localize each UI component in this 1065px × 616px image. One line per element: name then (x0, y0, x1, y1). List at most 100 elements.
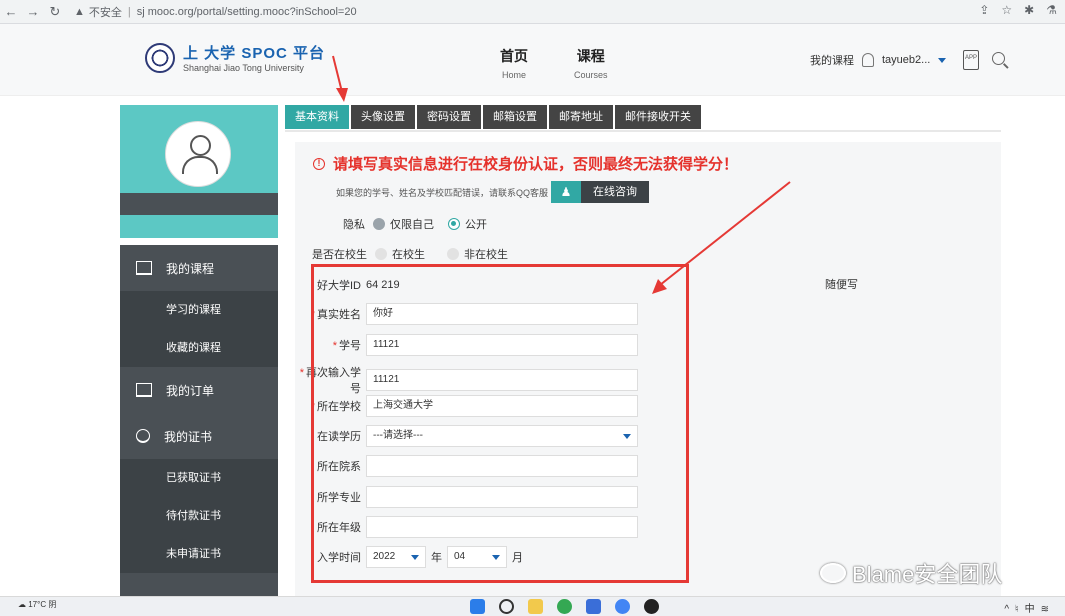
privacy-label: 隐私 (343, 219, 365, 231)
sidebar-item-favorite-courses[interactable]: 收藏的课程 (120, 329, 278, 367)
wifi-icon[interactable]: ≋ (1041, 604, 1055, 615)
profile-card (120, 105, 278, 238)
logo-title: 上 大学 SPOC 平台 (183, 45, 326, 62)
sidebar-group-label: 我的订单 (166, 383, 215, 398)
sidebar-group-label: 我的课程 (166, 261, 215, 276)
sidebar-group-my-courses[interactable]: 我的课程 (120, 245, 278, 291)
taskbar-apps (470, 599, 659, 614)
browser-right-icons: ⇪ ☆ ✱ ⚗ (979, 3, 1057, 17)
url-text: sj mooc.org/portal/setting.mooc?inSchool… (136, 5, 357, 18)
inschool-no-label: 非在校生 (464, 249, 508, 261)
mic-icon[interactable]: ♮ (1015, 604, 1025, 615)
browser-toolbar: ← → ↻ ▲ 不安全 | sj mooc.org/portal/setting… (0, 0, 1065, 24)
forward-icon[interactable]: → (22, 4, 44, 19)
weather-text: 阴 (48, 600, 57, 609)
watermark-text: Blame安全团队 (852, 562, 1003, 587)
weather-widget[interactable]: ☁ 17°C 阴 (18, 599, 56, 610)
user-icon (862, 53, 874, 67)
nav-courses-cn: 课程 (576, 48, 605, 64)
certificate-icon (136, 429, 150, 443)
logo-subtitle: Shanghai Jiao Tong University (183, 63, 304, 73)
online-consult-button[interactable]: ♟ 在线咨询 (551, 181, 649, 203)
qq-penguin-icon: ♟ (551, 181, 581, 203)
star-icon[interactable]: ☆ (1001, 3, 1012, 17)
privacy-row: 隐私 仅限自己 公开 (343, 216, 487, 232)
site-header: 上 大学 SPOC 平台 Shanghai Jiao Tong Universi… (0, 24, 1065, 96)
easel-icon (136, 383, 152, 397)
nav-home-cn: 首页 (500, 48, 528, 64)
qq-icon[interactable] (644, 599, 659, 614)
privacy-self-label: 仅限自己 (390, 219, 434, 231)
system-tray: ^♮中≋ (1004, 600, 1055, 615)
notice-text: 请填写真实信息进行在校身份认证，否则最终无法获得学分！ (333, 156, 739, 173)
share-icon[interactable]: ⇪ (979, 3, 989, 17)
reload-icon[interactable]: ↻ (44, 4, 66, 20)
inschool-yes-label: 在校生 (392, 249, 425, 261)
sidebar-item-learning-courses[interactable]: 学习的课程 (120, 291, 278, 329)
ime-indicator[interactable]: 中 (1025, 604, 1041, 615)
sidebar: 我的课程 学习的课程 收藏的课程 我的订单 我的证书 已获取证书 待付款证书 未… (120, 245, 278, 597)
chevron-down-icon[interactable] (938, 57, 947, 63)
nav-home-en: Home (501, 70, 526, 80)
settings-tabs: 基本资料 头像设置 密码设置 邮箱设置 邮寄地址 邮件接收开关 (285, 105, 701, 129)
profile-bar (120, 193, 278, 215)
app-download-icon[interactable]: APP (963, 50, 979, 70)
temperature: 17°C (28, 600, 47, 609)
online-consult-label: 在线咨询 (581, 181, 649, 203)
qq-hint: 如果您的学号、姓名及学校匹配错误，请联系QQ客服 (336, 188, 549, 198)
wechat-icon (820, 563, 846, 583)
address-divider: | (127, 5, 131, 18)
user-area: 我的课程 tayueb2... (810, 52, 947, 68)
annotation-free-text: 随便写 (825, 279, 858, 291)
search-icon[interactable] (499, 599, 514, 614)
easel-icon (136, 261, 152, 275)
tab-mailing-address[interactable]: 邮寄地址 (549, 105, 613, 129)
security-label: 不安全 (88, 6, 122, 19)
required-mark: * (299, 367, 304, 379)
browser-icon[interactable] (615, 599, 630, 614)
university-seal-icon (145, 42, 175, 73)
nav-courses-en: Courses (574, 70, 608, 80)
windows-start-icon[interactable] (470, 599, 485, 614)
tab-divider (285, 130, 1001, 132)
my-courses-link[interactable]: 我的课程 (810, 52, 854, 68)
app-icon[interactable] (586, 599, 601, 614)
search-icon[interactable] (992, 52, 1005, 65)
avatar[interactable] (165, 121, 231, 187)
cloud-icon: ☁ (18, 600, 26, 609)
folder-icon[interactable] (528, 599, 543, 614)
tab-basic-info[interactable]: 基本资料 (285, 105, 349, 129)
tray-chevron-icon[interactable]: ^ (1004, 604, 1015, 615)
annotation-box (311, 264, 689, 583)
privacy-public-radio[interactable] (448, 218, 460, 230)
sidebar-item-obtained-certs[interactable]: 已获取证书 (120, 459, 278, 497)
username[interactable]: tayueb2... (882, 54, 930, 66)
sidebar-item-unapplied-certs[interactable]: 未申请证书 (120, 535, 278, 573)
inschool-yes-radio[interactable] (375, 248, 387, 260)
lab-icon[interactable]: ⚗ (1046, 3, 1057, 17)
tab-avatar[interactable]: 头像设置 (351, 105, 415, 129)
sidebar-group-my-orders[interactable]: 我的订单 (120, 367, 278, 413)
chrome-icon[interactable] (557, 599, 572, 614)
tab-password[interactable]: 密码设置 (417, 105, 481, 129)
back-icon[interactable]: ← (0, 4, 22, 19)
os-taskbar: ☁ 17°C 阴 ^♮中≋ (0, 596, 1065, 616)
inschool-row: 是否在校生 在校生 非在校生 (312, 246, 508, 262)
extensions-icon[interactable]: ✱ (1024, 3, 1034, 17)
nav-courses[interactable]: 课程 Courses (574, 46, 608, 80)
inschool-no-radio[interactable] (447, 248, 459, 260)
sidebar-group-more[interactable] (120, 573, 278, 597)
inschool-label: 是否在校生 (312, 249, 367, 261)
warning-icon: ▲ (74, 5, 85, 18)
address-bar[interactable]: ▲ 不安全 | sj mooc.org/portal/setting.mooc?… (74, 2, 954, 22)
sidebar-group-my-certificates[interactable]: 我的证书 (120, 413, 278, 459)
sidebar-group-label: 我的证书 (164, 429, 213, 444)
privacy-self-radio[interactable] (373, 218, 385, 230)
verification-notice: ! 请填写真实信息进行在校身份认证，否则最终无法获得学分！ (313, 153, 738, 174)
watermark: Blame安全团队 (820, 557, 1002, 589)
site-logo[interactable]: 上 大学 SPOC 平台 Shanghai Jiao Tong Universi… (145, 42, 325, 73)
tab-email-switch[interactable]: 邮件接收开关 (615, 105, 701, 129)
tab-email[interactable]: 邮箱设置 (483, 105, 547, 129)
nav-home[interactable]: 首页 Home (500, 46, 528, 80)
sidebar-item-unpaid-certs[interactable]: 待付款证书 (120, 497, 278, 535)
